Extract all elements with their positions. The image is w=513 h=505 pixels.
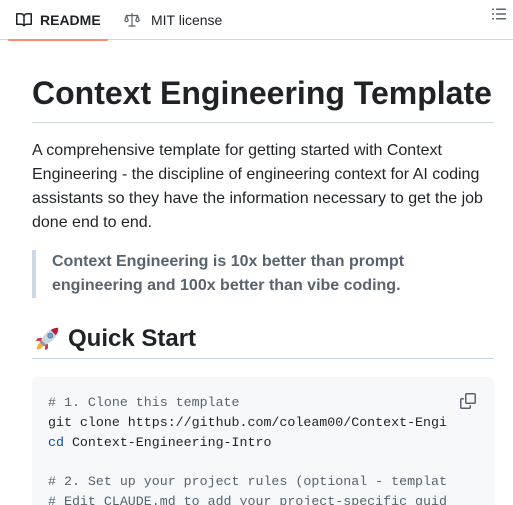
- quick-start-label: Quick Start: [68, 325, 197, 352]
- code-keyword-cd: cd: [48, 434, 64, 450]
- code-comment-clone: # 1. Clone this template: [48, 395, 240, 410]
- outline-button[interactable]: [491, 8, 507, 24]
- copy-icon: [460, 392, 476, 414]
- blockquote-text: Context Engineering is 10x better than p…: [52, 253, 405, 294]
- tab-readme-label: README: [40, 12, 101, 28]
- code-content: # 1. Clone this template git clone https:…: [48, 393, 450, 505]
- readme-title: Context Engineering Template: [32, 73, 494, 123]
- readme-intro-paragraph: A comprehensive template for getting sta…: [32, 142, 483, 231]
- code-line-git-clone: git clone https://github.com/coleam00/Co…: [48, 414, 447, 430]
- active-tab-indicator: [8, 39, 108, 41]
- readme-tab-bar: README MIT license: [0, 0, 513, 41]
- code-comment-setup-rules: # 2. Set up your project rules (optional…: [48, 474, 447, 490]
- code-line-cd-rest: Context-Engineering-Intro: [63, 434, 272, 450]
- code-line-cd: cd Context-Engineering-Intro: [48, 433, 450, 453]
- quick-start-heading: Quick Start: [32, 320, 494, 359]
- tab-license-label: MIT license: [151, 12, 223, 28]
- copy-button[interactable]: [454, 389, 482, 417]
- tab-readme[interactable]: README: [8, 0, 108, 41]
- rocket-icon: [32, 324, 62, 354]
- code-comment-edit-claude: # Edit CLAUDE.md to add your project-spe…: [48, 493, 447, 505]
- book-icon: [16, 12, 32, 28]
- code-block: # 1. Clone this template git clone https:…: [32, 377, 494, 505]
- law-scale-icon: [124, 12, 140, 28]
- readme-blockquote: Context Engineering is 10x better than p…: [32, 250, 494, 298]
- tab-license[interactable]: MIT license: [124, 0, 222, 40]
- list-unordered-icon: [491, 6, 507, 27]
